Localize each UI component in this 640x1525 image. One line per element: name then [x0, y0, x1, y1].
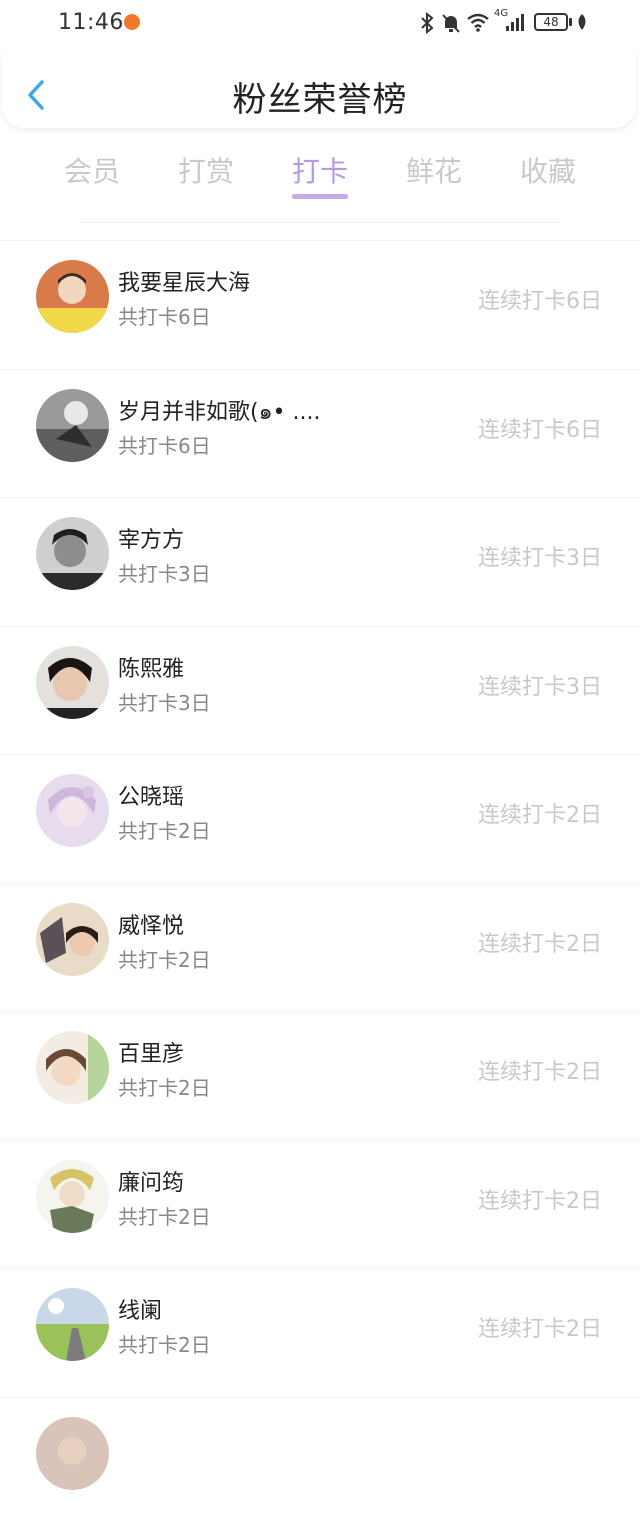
- battery-icon: 48: [534, 13, 568, 31]
- streak-checkin: 连续打卡2日: [478, 1054, 602, 1086]
- list-item[interactable]: 我要星辰大海 共打卡6日 连续打卡6日: [0, 240, 640, 369]
- avatar: [36, 260, 109, 333]
- notification-dot-icon: [124, 14, 140, 30]
- wifi-icon: [466, 12, 490, 36]
- total-checkin: 共打卡6日: [118, 430, 211, 459]
- battery-tip: [569, 18, 572, 26]
- fan-name: 百里彦: [118, 1036, 184, 1068]
- fan-name: 我要星辰大海: [118, 265, 250, 297]
- tab-tip[interactable]: 打赏: [166, 150, 246, 190]
- streak-checkin: 连续打卡6日: [478, 412, 602, 444]
- streak-checkin: 连续打卡3日: [478, 669, 602, 701]
- fan-name: 岁月并非如歌(๑• ....: [118, 394, 321, 429]
- list-item[interactable]: 廉问筠 共打卡2日 连续打卡2日: [0, 1140, 640, 1269]
- total-checkin: 共打卡2日: [118, 815, 211, 844]
- streak-checkin: 连续打卡3日: [478, 540, 602, 572]
- battery-level: 48: [543, 15, 558, 29]
- leaf-icon: [575, 13, 589, 35]
- streak-checkin: 连续打卡2日: [478, 1311, 602, 1343]
- streak-checkin: 连续打卡2日: [478, 926, 602, 958]
- avatar: [36, 1417, 109, 1490]
- total-checkin: 共打卡2日: [118, 1201, 211, 1230]
- avatar: [36, 646, 109, 719]
- total-checkin: 共打卡2日: [118, 944, 211, 973]
- tab-bar: 会员 打赏 打卡 鲜花 收藏: [0, 150, 640, 200]
- avatar: [36, 1160, 109, 1233]
- streak-checkin: 连续打卡6日: [478, 283, 602, 315]
- list-item[interactable]: 线阑 共打卡2日 连续打卡2日: [0, 1268, 640, 1397]
- tab-favorites[interactable]: 收藏: [508, 150, 588, 190]
- status-bar: 11:46 4G 48: [0, 0, 640, 48]
- list-item[interactable]: 岁月并非如歌(๑• .... 共打卡6日 连续打卡6日: [0, 369, 640, 498]
- total-checkin: 共打卡3日: [118, 558, 211, 587]
- fan-name: 宰方方: [118, 522, 184, 554]
- tab-flowers[interactable]: 鲜花: [394, 150, 474, 190]
- avatar: [36, 774, 109, 847]
- tab-member[interactable]: 会员: [52, 150, 132, 190]
- signal-icon: [505, 12, 527, 36]
- list-item[interactable]: 陈熙雅 共打卡3日 连续打卡3日: [0, 626, 640, 755]
- streak-checkin: 连续打卡2日: [478, 797, 602, 829]
- list-item[interactable]: 公晓瑶 共打卡2日 连续打卡2日: [0, 754, 640, 883]
- avatar: [36, 903, 109, 976]
- total-checkin: 共打卡2日: [118, 1329, 211, 1358]
- streak-checkin: 连续打卡2日: [478, 1183, 602, 1215]
- page-title: 粉丝荣誉榜: [0, 72, 640, 121]
- avatar: [36, 1031, 109, 1104]
- list-item-partial[interactable]: [0, 1397, 640, 1525]
- divider: [80, 222, 560, 223]
- avatar: [36, 517, 109, 590]
- active-tab-indicator: [292, 194, 348, 199]
- tab-checkin[interactable]: 打卡: [280, 150, 360, 190]
- bluetooth-icon: [418, 12, 436, 38]
- status-time: 11:46: [58, 10, 124, 35]
- fan-name: 陈熙雅: [118, 651, 184, 683]
- list-item[interactable]: 威怿悦 共打卡2日 连续打卡2日: [0, 883, 640, 1012]
- total-checkin: 共打卡2日: [118, 1072, 211, 1101]
- total-checkin: 共打卡3日: [118, 687, 211, 716]
- avatar: [36, 1288, 109, 1361]
- list-item[interactable]: 宰方方 共打卡3日 连续打卡3日: [0, 497, 640, 626]
- mute-icon: [441, 12, 461, 38]
- fan-list: 我要星辰大海 共打卡6日 连续打卡6日 岁月并非如歌(๑• .... 共打卡6日…: [0, 240, 640, 1525]
- fan-name: 公晓瑶: [118, 779, 184, 811]
- fan-name: 廉问筠: [118, 1165, 184, 1197]
- avatar: [36, 389, 109, 462]
- total-checkin: 共打卡6日: [118, 301, 211, 330]
- fan-name: 威怿悦: [118, 908, 184, 940]
- fan-name: 线阑: [118, 1293, 162, 1325]
- list-item[interactable]: 百里彦 共打卡2日 连续打卡2日: [0, 1011, 640, 1140]
